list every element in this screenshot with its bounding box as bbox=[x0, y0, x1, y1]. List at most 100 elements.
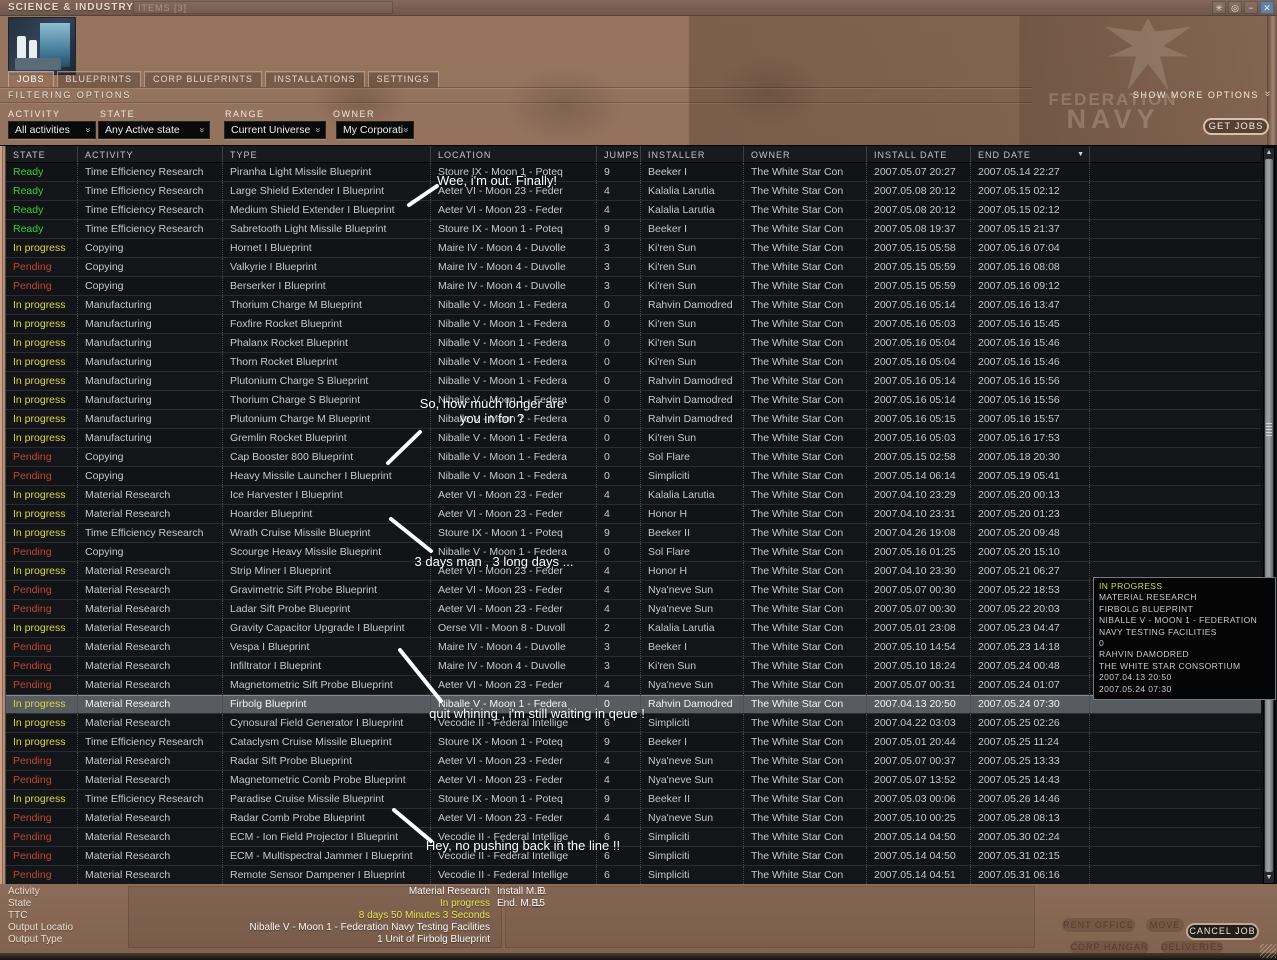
table-row[interactable]: Pending Material Research Radar Comb Probe… bbox=[6, 809, 1261, 828]
table-row[interactable]: In progress Manufacturing Thorium Charge M… bbox=[6, 296, 1261, 315]
table-row[interactable]: Pending Material Research Vespa I Blueprin… bbox=[6, 638, 1261, 657]
tab-installations[interactable]: INSTALLATIONS bbox=[264, 71, 365, 87]
column-header-jumps[interactable]: JUMPS bbox=[597, 146, 641, 162]
cell-activity: Material Research bbox=[78, 771, 223, 789]
filter-dropdown-state[interactable]: Any Active state » bbox=[98, 121, 210, 139]
table-row[interactable]: Pending Copying Berserker I Blueprint Maire… bbox=[6, 277, 1261, 296]
table-row[interactable]: Pending Copying Cap Booster 800 Blueprint N… bbox=[6, 448, 1261, 467]
table-row[interactable]: In progress Manufacturing Phalanx Rocket B… bbox=[6, 334, 1261, 353]
column-header-end-date[interactable]: END DATE ▼ bbox=[971, 146, 1090, 162]
cell-installer: Simpliciti bbox=[641, 714, 744, 732]
vertical-scrollbar[interactable]: ▲ ▼ bbox=[1263, 147, 1275, 884]
tab-jobs[interactable]: JOBS bbox=[8, 71, 54, 87]
column-header-state[interactable]: STATE bbox=[6, 146, 78, 162]
window-titlebar[interactable]: SCIENCE & INDUSTRY ITEMS [3] ✳ ◎ − ✕ bbox=[0, 0, 1277, 16]
resize-grip-icon[interactable] bbox=[1260, 944, 1276, 958]
table-row[interactable]: Ready Time Efficiency Research Piranha Lig… bbox=[6, 163, 1261, 182]
table-row[interactable]: In progress Time Efficiency Research Catac… bbox=[6, 733, 1261, 752]
table-row[interactable]: In progress Time Efficiency Research Parad… bbox=[6, 790, 1261, 809]
table-row[interactable]: Pending Material Research ECM - Ion Field … bbox=[6, 828, 1261, 847]
cell-end-date: 2007.05.31 06:16 bbox=[971, 866, 1090, 884]
filter-label-state: STATE bbox=[100, 109, 136, 119]
table-row[interactable]: In progress Material Research Firbolg Blue… bbox=[6, 695, 1261, 714]
cell-owner: The White Star Con bbox=[744, 524, 867, 542]
table-row[interactable]: Pending Material Research Magnetometric Si… bbox=[6, 676, 1261, 695]
filter-dropdown-range[interactable]: Current Universe» bbox=[224, 121, 326, 139]
cell-owner: The White Star Con bbox=[744, 676, 867, 694]
move-button[interactable]: MOVE bbox=[1146, 918, 1184, 932]
cell-type: Magnetometric Sift Probe Blueprint bbox=[223, 676, 431, 694]
column-header-location[interactable]: LOCATION bbox=[431, 146, 597, 162]
column-header-installer[interactable]: INSTALLER bbox=[641, 146, 744, 162]
table-row[interactable]: Pending Material Research Radar Sift Probe… bbox=[6, 752, 1261, 771]
filter-value: Current Universe bbox=[231, 124, 311, 136]
table-row[interactable]: Pending Copying Scourge Heavy Missile Blue… bbox=[6, 543, 1261, 562]
table-row[interactable]: In progress Manufacturing Plutonium Charge… bbox=[6, 410, 1261, 429]
table-row[interactable]: In progress Manufacturing Thorium Charge S… bbox=[6, 391, 1261, 410]
table-row[interactable]: In progress Manufacturing Gremlin Rocket B… bbox=[6, 429, 1261, 448]
filter-dropdown-owner[interactable]: My Corporati» bbox=[336, 121, 414, 139]
window-title: SCIENCE & INDUSTRY bbox=[8, 2, 134, 13]
show-more-options[interactable]: SHOW MORE OPTIONS » bbox=[1133, 89, 1273, 100]
cell-jumps: 3 bbox=[597, 657, 641, 675]
background-window-title[interactable]: ITEMS [3] bbox=[133, 1, 393, 14]
get-jobs-button[interactable]: GET JOBS bbox=[1203, 118, 1269, 135]
cell-install-date: 2007.05.16 01:25 bbox=[867, 543, 971, 561]
column-label: INSTALLER bbox=[648, 150, 706, 160]
table-row[interactable]: Ready Time Efficiency Research Medium Shie… bbox=[6, 201, 1261, 220]
scroll-down-icon[interactable]: ▼ bbox=[1264, 873, 1274, 883]
pin-icon[interactable]: ✳ bbox=[1212, 1, 1226, 14]
table-row[interactable]: Pending Material Research Infiltrator I Bl… bbox=[6, 657, 1261, 676]
table-row[interactable]: Pending Material Research Magnetometric Co… bbox=[6, 771, 1261, 790]
table-row[interactable]: In progress Material Research Gravity Capa… bbox=[6, 619, 1261, 638]
cell-installer: Beeker II bbox=[641, 790, 744, 808]
table-row[interactable]: Pending Copying Valkyrie I Blueprint Maire … bbox=[6, 258, 1261, 277]
help-icon[interactable]: ◎ bbox=[1228, 1, 1242, 14]
filter-dropdown-activity[interactable]: All activities » bbox=[8, 121, 96, 139]
tooltip-line: FIRBOLG BLUEPRINT bbox=[1099, 603, 1194, 614]
tab-blueprints[interactable]: BLUEPRINTS bbox=[56, 71, 142, 87]
table-row[interactable]: Ready Time Efficiency Research Sabretooth … bbox=[6, 220, 1261, 239]
table-row[interactable]: In progress Manufacturing Thorn Rocket Blu… bbox=[6, 353, 1261, 372]
cell-installer: Rahvin Damodred bbox=[641, 695, 744, 713]
table-row[interactable]: Pending Copying Heavy Missile Launcher I B… bbox=[6, 467, 1261, 486]
table-row[interactable]: In progress Material Research Ice Harveste… bbox=[6, 486, 1261, 505]
table-row[interactable]: In progress Material Research Hoarder Blue… bbox=[6, 505, 1261, 524]
cell-jumps: 0 bbox=[597, 695, 641, 713]
cell-end-date: 2007.05.16 17:53 bbox=[971, 429, 1090, 447]
cancel-job-button[interactable]: CANCEL JOB bbox=[1186, 923, 1259, 940]
cell-type: Vespa I Blueprint bbox=[223, 638, 431, 656]
column-header-type[interactable]: TYPE bbox=[223, 146, 431, 162]
table-row[interactable]: In progress Material Research Cynosural Fi… bbox=[6, 714, 1261, 733]
cell-activity: Time Efficiency Research bbox=[78, 201, 223, 219]
table-row[interactable]: In progress Manufacturing Plutonium Charge… bbox=[6, 372, 1261, 391]
table-row[interactable]: In progress Material Research Strip Miner … bbox=[6, 562, 1261, 581]
cell-location: Aeter VI - Moon 23 - Feder bbox=[431, 486, 597, 504]
cell-state: In progress bbox=[6, 562, 78, 580]
cell-activity: Time Efficiency Research bbox=[78, 524, 223, 542]
table-row[interactable]: Ready Time Efficiency Research Large Shiel… bbox=[6, 182, 1261, 201]
column-header-install-date[interactable]: INSTALL DATE bbox=[867, 146, 971, 162]
cell-install-date: 2007.05.16 05:04 bbox=[867, 334, 971, 352]
scrollbar-thumb[interactable] bbox=[1265, 159, 1273, 872]
table-row[interactable]: Pending Material Research Gravimetric Sift… bbox=[6, 581, 1261, 600]
cell-jumps: 4 bbox=[597, 581, 641, 599]
tab-corp-blueprints[interactable]: CORP BLUEPRINTS bbox=[144, 71, 262, 87]
tab-settings[interactable]: SETTINGS bbox=[367, 71, 439, 87]
table-row[interactable]: In progress Time Efficiency Research Wrath… bbox=[6, 524, 1261, 543]
cell-end-date: 2007.05.30 02:24 bbox=[971, 828, 1090, 846]
table-row[interactable]: Pending Material Research Remote Sensor Da… bbox=[6, 866, 1261, 884]
column-header-activity[interactable]: ACTIVITY bbox=[78, 146, 223, 162]
minimize-icon[interactable]: − bbox=[1244, 1, 1258, 14]
table-row[interactable]: In progress Manufacturing Foxfire Rocket B… bbox=[6, 315, 1261, 334]
table-row[interactable]: In progress Copying Hornet I Blueprint Mair… bbox=[6, 239, 1261, 258]
column-header-owner[interactable]: OWNER bbox=[744, 146, 867, 162]
table-row[interactable]: Pending Material Research Ladar Sift Probe… bbox=[6, 600, 1261, 619]
close-icon[interactable]: ✕ bbox=[1260, 1, 1274, 14]
rent-office-button[interactable]: RENT OFFICE bbox=[1062, 918, 1135, 932]
filtering-options-header[interactable]: FILTERING OPTIONS bbox=[8, 90, 131, 100]
cell-owner: The White Star Con bbox=[744, 771, 867, 789]
scroll-up-icon[interactable]: ▲ bbox=[1264, 148, 1274, 158]
table-row[interactable]: Pending Material Research ECM - Multispect… bbox=[6, 847, 1261, 866]
cell-install-date: 2007.05.16 05:14 bbox=[867, 296, 971, 314]
